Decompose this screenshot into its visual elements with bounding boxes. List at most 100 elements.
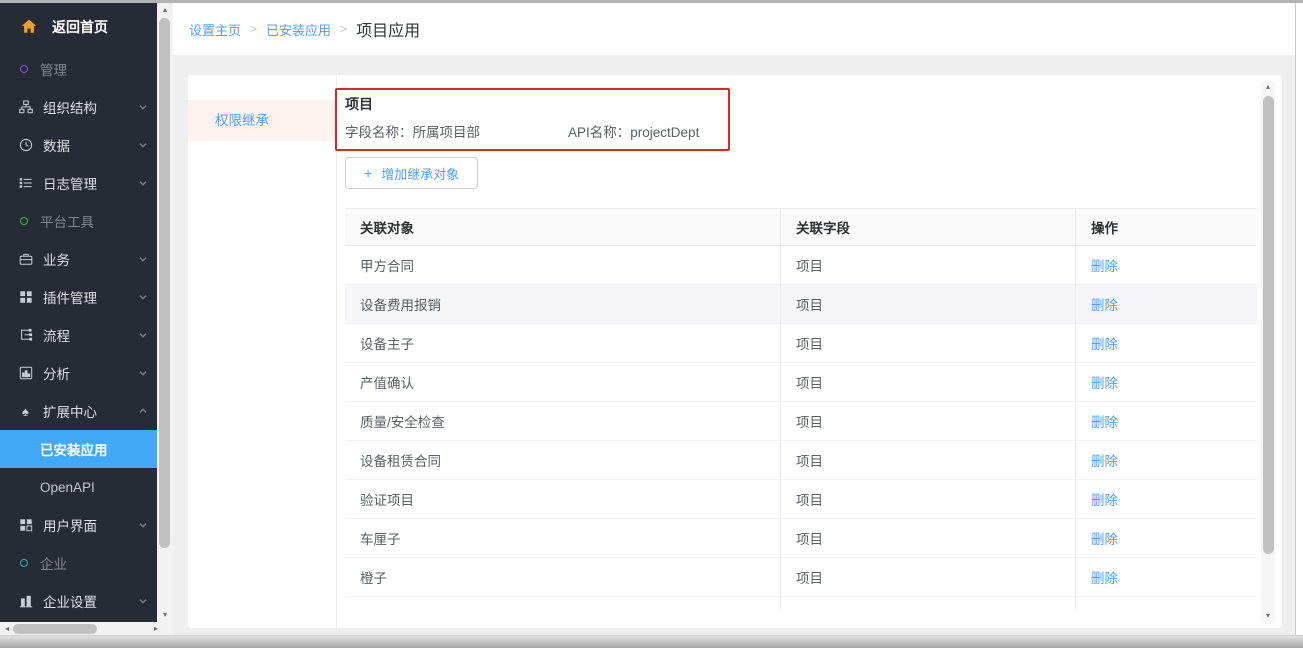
scroll-up-icon[interactable]: ▴ [157,3,173,17]
delete-link[interactable]: 删除 [1091,411,1118,431]
org-chart-icon [17,100,34,114]
table-row-partial [345,597,1257,610]
cell-related-object: 设备费用报销 [345,285,780,323]
cell-related-field: 项目 [780,324,1075,362]
plugin-grid-icon [17,290,34,304]
table-row: 产值确认项目删除 [345,363,1257,402]
table-row: 车厘子项目删除 [345,519,1257,558]
clock-icon [17,138,34,152]
table-row: 设备主子项目删除 [345,324,1257,363]
table-row: 验证项目项目删除 [345,480,1257,519]
sidebar-item-analysis[interactable]: 分析 [0,354,157,392]
api-name-value: projectDept [630,125,699,140]
page-title: 项目应用 [356,17,420,41]
sidebar-item-label: OpenAPI [40,480,95,495]
delete-link[interactable]: 删除 [1091,294,1118,314]
breadcrumb-link-installed-apps[interactable]: 已安装应用 [266,20,331,39]
chevron-down-icon [138,330,148,340]
sidebar-item-label: 平台工具 [40,211,94,231]
scroll-down-icon[interactable]: ▾ [157,608,173,622]
chevron-up-icon [138,406,148,416]
delete-link[interactable]: 删除 [1091,450,1118,470]
tab-permission-inheritance[interactable]: 权限继承 [188,100,336,141]
sidebar-item-user-interface[interactable]: 用户界面 [0,506,157,544]
sidebar-item-home[interactable]: 返回首页 [0,3,157,50]
sidebar-item-business[interactable]: 业务 [0,240,157,278]
column-header-actions: 操作 [1075,209,1257,245]
cell-related-field: 项目 [780,363,1075,401]
section-dot-icon [20,65,28,73]
sidebar-item-label: 分析 [43,363,70,383]
cell-actions: 删除 [1075,285,1257,323]
panel-main: 项目 字段名称：所属项目部 API名称：projectDept + 增加继承对象… [337,75,1282,628]
scroll-right-icon[interactable]: ▸ [149,622,163,636]
table-row: 甲方合同项目删除 [345,246,1257,285]
section-title: 项目 [345,96,1257,113]
sidebar-item-label: 插件管理 [43,287,97,307]
chevron-down-icon [138,596,148,606]
section-dot-icon [20,217,28,225]
scroll-up-icon[interactable]: ▴ [1261,80,1275,94]
sidebar-home-label: 返回首页 [52,17,108,37]
delete-link[interactable]: 删除 [1091,333,1118,353]
delete-link[interactable]: 删除 [1091,489,1118,509]
field-name-label: 字段名称： [345,125,413,140]
sidebar-item-label: 用户界面 [43,515,97,535]
sidebar-scrollbar-thumb[interactable] [159,18,170,548]
sidebar-item-workflow[interactable]: 流程 [0,316,157,354]
api-name-label: API名称： [568,125,630,140]
cell-related-object: 车厘子 [345,519,780,557]
sidebar-item-data[interactable]: 数据 [0,126,157,164]
sidebar-item-label: 扩展中心 [43,401,97,421]
content-card: 权限继承 项目 字段名称：所属项目部 API名称：projectDept + 增… [188,75,1282,628]
spade-icon: ♠ [17,405,34,418]
sidebar-item-installed-apps[interactable]: 已安装应用 [0,430,157,468]
settings-tab-column: 权限继承 [188,75,337,628]
sidebar-item-open-api[interactable]: OpenAPI [0,468,157,506]
sidebar-item-label: 企业设置 [43,591,97,611]
add-inheritance-button[interactable]: + 增加继承对象 [345,157,478,189]
cell-actions: 删除 [1075,246,1257,284]
sidebar-item-plugin-management[interactable]: 插件管理 [0,278,157,316]
cell-related-field: 项目 [780,246,1075,284]
sidebar-item-label: 已安装应用 [40,439,108,459]
sidebar-hscrollbar-thumb[interactable] [13,624,97,634]
table-row: 设备租赁合同项目删除 [345,441,1257,480]
scroll-left-icon[interactable]: ◂ [0,622,14,636]
breadcrumb: 设置主页 > 已安装应用 > 项目应用 [173,3,1295,55]
add-inheritance-button-label: 增加继承对象 [381,164,459,183]
cell-related-object: 设备主子 [345,324,780,362]
sidebar-item-org-structure[interactable]: 组织结构 [0,88,157,126]
sidebar-item-label: 流程 [43,325,70,345]
table-row: 设备费用报销项目删除 [345,285,1257,324]
breadcrumb-link-settings-home[interactable]: 设置主页 [189,20,241,39]
scroll-down-icon[interactable]: ▾ [1261,609,1275,623]
chevron-down-icon [138,520,148,530]
column-header-related-field: 关联字段 [780,209,1075,245]
panel-vertical-scrollbar[interactable]: ▴ ▾ [1261,80,1275,623]
cell-actions: 删除 [1075,402,1257,440]
delete-link[interactable]: 删除 [1091,255,1118,275]
home-icon [21,19,37,34]
plus-icon: + [364,165,372,181]
sidebar-item-enterprise: 企业 [0,544,157,582]
sidebar-item-admin: 管理 [0,50,157,88]
delete-link[interactable]: 删除 [1091,567,1118,587]
sidebar-item-extension-center[interactable]: ♠ 扩展中心 [0,392,157,430]
panel-scrollbar-thumb[interactable] [1263,96,1274,554]
sidebar-item-log-management[interactable]: 日志管理 [0,164,157,202]
delete-link[interactable]: 删除 [1091,528,1118,548]
sidebar-vertical-scrollbar[interactable]: ▴ ▾ [157,3,173,622]
delete-link[interactable]: 删除 [1091,372,1118,392]
window-bottom-scrollbar[interactable] [0,635,1303,648]
sidebar-item-enterprise-settings[interactable]: 企业设置 [0,582,157,620]
cell-related-object: 橙子 [345,558,780,596]
sidebar-item-label: 日志管理 [43,173,97,193]
sidebar-item-platform-tools: 平台工具 [0,202,157,240]
main-region: 设置主页 > 已安装应用 > 项目应用 权限继承 项目 字段名称：所属项目部 A… [173,3,1295,636]
sidebar-horizontal-scrollbar[interactable]: ◂ ▸ [0,622,173,636]
bar-chart-icon [17,366,34,380]
list-icon [17,176,34,190]
cell-actions: 删除 [1075,480,1257,518]
cell-related-object: 产值确认 [345,363,780,401]
